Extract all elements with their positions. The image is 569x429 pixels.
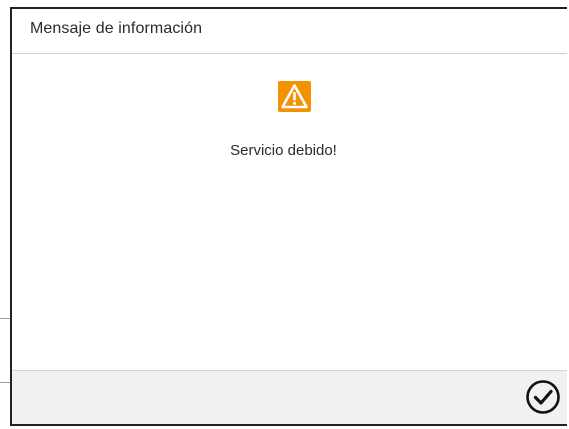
dialog-title: Mensaje de información [30,20,203,37]
dialog-header: Mensaje de información [12,9,567,54]
dialog-message: Servicio debido! [230,142,337,159]
confirm-button[interactable] [525,379,561,415]
warning-icon [278,81,311,112]
dialog-footer [12,370,567,424]
screen: Mensaje de información Servicio debido! [0,0,569,429]
dialog-body: Servicio debido! [12,54,567,372]
check-circle-icon [526,380,560,414]
info-dialog: Mensaje de información Servicio debido! [10,7,567,426]
